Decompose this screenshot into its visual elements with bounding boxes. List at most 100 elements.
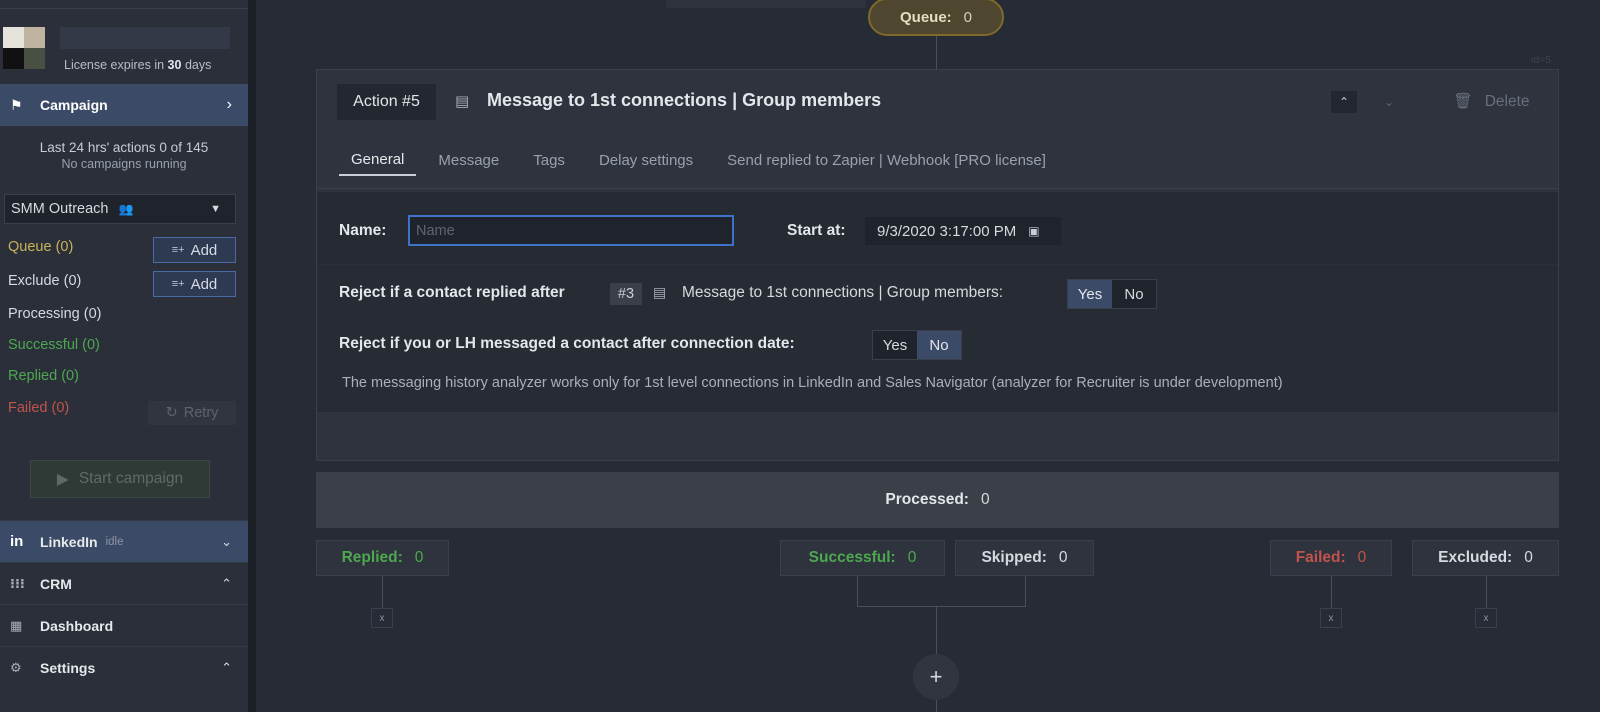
excluded-node-label: Excluded: bbox=[1438, 549, 1513, 566]
campaigns-status: No campaigns running bbox=[61, 157, 187, 171]
message-icon: ▤ bbox=[653, 284, 667, 300]
linkedin-icon: in bbox=[10, 533, 24, 550]
action-badge: Action #5 bbox=[337, 84, 436, 120]
start-campaign-label: Start campaign bbox=[78, 470, 184, 487]
skipped-node[interactable]: Skipped: 0 bbox=[955, 540, 1094, 576]
reject-messaged-no[interactable]: No bbox=[917, 331, 961, 359]
connector-line bbox=[1025, 576, 1026, 606]
replied-node-label: Replied: bbox=[341, 549, 403, 566]
general-panel: Name: Start at: 9/3/2020 3:17:00 PM ▣ Re… bbox=[317, 192, 1558, 412]
name-label: Name: bbox=[339, 222, 387, 239]
successful-node-label: Successful: bbox=[808, 549, 896, 566]
successful-stat: Successful (0) bbox=[8, 337, 100, 353]
move-down-button[interactable]: ⌄ bbox=[1377, 91, 1401, 113]
reject-replied-toggle: Yes No bbox=[1067, 279, 1157, 309]
reject-messaged-yes[interactable]: Yes bbox=[873, 331, 917, 359]
nav-linkedin[interactable]: in LinkedIn idle ⌄ bbox=[0, 520, 248, 562]
reject-replied-no[interactable]: No bbox=[1112, 280, 1156, 308]
queue-node-label: Queue: bbox=[899, 8, 952, 26]
excluded-node-value: 0 bbox=[1524, 549, 1533, 566]
sidebar-splitter[interactable] bbox=[248, 0, 256, 712]
trash-icon: 🗑 bbox=[1453, 93, 1473, 110]
nav-dashboard[interactable]: ▦ Dashboard bbox=[0, 604, 248, 646]
connector-line bbox=[382, 576, 383, 608]
campaign-name: SMM Outreach bbox=[11, 201, 109, 217]
replied-remove-button[interactable]: x bbox=[371, 608, 393, 628]
failed-remove-button[interactable]: x bbox=[1320, 608, 1342, 628]
plus-icon: + bbox=[929, 664, 943, 689]
nav-campaign[interactable]: ⚑ Campaign › bbox=[0, 84, 248, 126]
start-at-field[interactable]: 9/3/2020 3:17:00 PM ▣ bbox=[865, 217, 1061, 245]
tab-delay-settings[interactable]: Delay settings bbox=[587, 144, 705, 176]
nav-crm-label: CRM bbox=[40, 575, 72, 592]
reject-replied-action: Message to 1st connections | Group membe… bbox=[682, 284, 1004, 301]
reject-messaged-label: Reject if you or LH messaged a contact a… bbox=[339, 335, 795, 352]
add-action-button[interactable]: + bbox=[913, 654, 959, 700]
connector-line bbox=[936, 36, 937, 70]
tab-tags[interactable]: Tags bbox=[521, 144, 577, 176]
group-icon: 👥 bbox=[118, 202, 134, 216]
queue-add-button[interactable]: ≡+ Add bbox=[153, 237, 236, 263]
reject-replied-yes[interactable]: Yes bbox=[1068, 280, 1112, 308]
processed-node[interactable]: Processed: 0 bbox=[316, 472, 1559, 528]
nav-dashboard-label: Dashboard bbox=[40, 617, 114, 634]
sidebar: License expires in 30 days ⚑ Campaign › … bbox=[0, 0, 248, 712]
start-campaign-button[interactable]: ▶ Start campaign bbox=[30, 460, 210, 498]
action-ref-badge: #3 bbox=[610, 283, 642, 305]
failed-node-value: 0 bbox=[1357, 549, 1367, 566]
chevron-right-icon: › bbox=[226, 96, 232, 113]
reject-replied-label: Reject if a contact replied after bbox=[339, 284, 565, 301]
nav-crm[interactable]: ⁝⁝⁝ CRM ⌃ bbox=[0, 562, 248, 604]
action-id-note: id=5 bbox=[1531, 54, 1552, 66]
replied-stat: Replied (0) bbox=[8, 368, 79, 384]
start-at-label: Start at: bbox=[787, 222, 846, 239]
chevron-down-icon: ⌄ bbox=[1383, 95, 1395, 109]
chevron-up-icon: ⌃ bbox=[221, 659, 232, 675]
tab-message[interactable]: Message bbox=[426, 144, 511, 176]
calendar-icon: ▣ bbox=[1028, 224, 1040, 238]
retry-button[interactable]: ↻ Retry bbox=[148, 401, 236, 425]
action-tabs: General Message Tags Delay settings Send… bbox=[339, 144, 1068, 180]
campaign-select[interactable]: SMM Outreach 👥 ▼ bbox=[4, 194, 236, 224]
skipped-node-value: 0 bbox=[1058, 549, 1068, 566]
connector-line bbox=[857, 606, 1026, 607]
failed-stat: Failed (0) bbox=[8, 400, 70, 416]
failed-node[interactable]: Failed: 0 bbox=[1270, 540, 1392, 576]
queue-stat: Queue (0) bbox=[8, 239, 74, 255]
exclude-stat: Exclude (0) bbox=[8, 273, 82, 289]
tab-general[interactable]: General bbox=[339, 144, 417, 176]
connector-line bbox=[1486, 576, 1487, 608]
message-icon: ▤ bbox=[455, 93, 470, 110]
retry-icon: ↻ bbox=[165, 405, 178, 421]
avatar bbox=[3, 27, 45, 69]
replied-node-value: 0 bbox=[414, 549, 424, 566]
name-input[interactable] bbox=[408, 215, 734, 246]
license-days: 30 bbox=[167, 58, 182, 72]
delete-button[interactable]: 🗑 Delete bbox=[1453, 92, 1530, 111]
tab-send-replied-zapier[interactable]: Send replied to Zapier | Webhook [PRO li… bbox=[715, 144, 1058, 176]
nav-linkedin-label: LinkedIn bbox=[40, 533, 98, 550]
processed-value: 0 bbox=[980, 491, 990, 508]
excluded-node[interactable]: Excluded: 0 bbox=[1412, 540, 1559, 576]
excluded-remove-button[interactable]: x bbox=[1475, 608, 1497, 628]
chevron-up-icon: ⌃ bbox=[1338, 95, 1350, 109]
grid-icon: ⁝⁝⁝ bbox=[10, 575, 25, 591]
exclude-add-button[interactable]: ≡+ Add bbox=[153, 271, 236, 297]
flag-icon: ⚑ bbox=[10, 96, 23, 113]
gear-icon: ⚙ bbox=[10, 659, 22, 675]
retry-label: Retry bbox=[183, 405, 219, 421]
queue-node[interactable]: Queue: 0 bbox=[868, 0, 1004, 36]
move-up-button[interactable]: ⌃ bbox=[1331, 91, 1357, 113]
nav-settings[interactable]: ⚙ Settings ⌃ bbox=[0, 646, 248, 688]
delete-label: Delete bbox=[1484, 92, 1530, 110]
analyzer-note: The messaging history analyzer works onl… bbox=[342, 375, 1283, 391]
connector-line bbox=[1331, 576, 1332, 608]
successful-node[interactable]: Successful: 0 bbox=[780, 540, 945, 576]
processing-stat: Processing (0) bbox=[8, 306, 102, 322]
failed-node-label: Failed: bbox=[1295, 549, 1346, 566]
dropdown-caret-icon: ▼ bbox=[210, 203, 221, 215]
redacted-user-name bbox=[60, 27, 230, 49]
chevron-up-icon: ⌃ bbox=[221, 575, 232, 591]
replied-node[interactable]: Replied: 0 bbox=[316, 540, 449, 576]
reject-options: Reject if a contact replied after #3 ▤ M… bbox=[317, 264, 1558, 410]
